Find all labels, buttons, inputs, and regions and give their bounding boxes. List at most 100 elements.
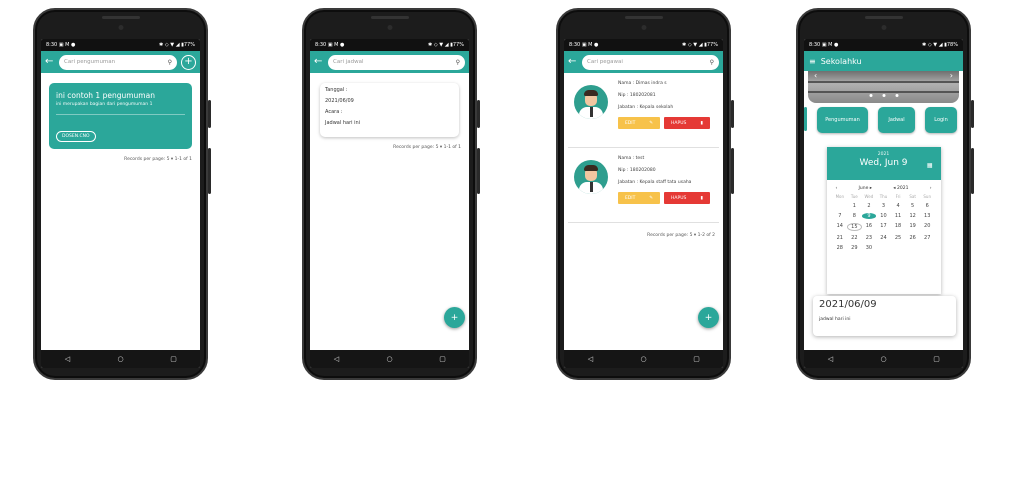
dropdown-icon[interactable]: ▾ bbox=[694, 233, 696, 238]
calendar-day[interactable]: 1 bbox=[847, 203, 862, 209]
calendar-day[interactable]: 14 bbox=[833, 223, 848, 231]
schedule-card[interactable]: Tanggal : 2021/06/09 Acara : Jadwal hari… bbox=[320, 83, 459, 137]
status-icons: ▣ M ● bbox=[327, 42, 345, 48]
next-month-icon[interactable]: › bbox=[930, 186, 932, 191]
search-input[interactable]: Cari pegawai ⚲ bbox=[582, 54, 719, 70]
status-right: ✱ ◇ ▼ ◢ ▮78% bbox=[922, 42, 958, 48]
schedule-date-card[interactable]: 2021/06/09 jadwal hari ini bbox=[813, 296, 956, 336]
nav-back-icon[interactable]: ◁ bbox=[581, 355, 601, 363]
search-input[interactable]: Cari jadwal ⚲ bbox=[328, 54, 465, 70]
year-select[interactable]: ◂ 2021 bbox=[893, 186, 908, 191]
calendar-empty-cell bbox=[876, 245, 891, 251]
search-icon[interactable]: ⚲ bbox=[456, 59, 460, 66]
month-select[interactable]: June ▸ bbox=[859, 186, 873, 191]
date-picker[interactable]: 2021 Wed, Jun 9 ▦ ‹ June ▸ ◂ 2021 › Mon T… bbox=[826, 147, 941, 294]
nav-home-icon[interactable]: ○ bbox=[634, 355, 654, 363]
status-bar: 8:30 ▣ M ● ✱ ◇ ▼ ◢ ▮77% bbox=[310, 39, 469, 51]
menu-icon[interactable]: ≡ bbox=[809, 57, 816, 66]
calendar-day[interactable]: 9 bbox=[861, 213, 877, 219]
tanggal-value: 2021/06/09 bbox=[325, 98, 354, 104]
calendar-day[interactable]: 20 bbox=[920, 223, 935, 231]
calendar-day[interactable]: 3 bbox=[876, 203, 891, 209]
image-carousel[interactable]: ‹ › bbox=[808, 71, 959, 103]
calendar-day[interactable]: 27 bbox=[920, 235, 935, 241]
calendar-day[interactable]: 18 bbox=[891, 223, 906, 231]
delete-button[interactable]: HAPUS ▮ bbox=[664, 192, 710, 204]
search-icon[interactable]: ⚲ bbox=[168, 59, 172, 66]
nav-back-icon[interactable]: ◁ bbox=[821, 355, 841, 363]
status-time: 8:30 bbox=[315, 42, 327, 48]
calendar-day[interactable]: 24 bbox=[876, 235, 891, 241]
calendar-day[interactable]: 21 bbox=[833, 235, 848, 241]
calendar-icon[interactable]: ▦ bbox=[927, 162, 933, 169]
calendar-day[interactable]: 16 bbox=[862, 223, 877, 231]
search-icon[interactable]: ⚲ bbox=[710, 59, 714, 66]
search-input[interactable]: Cari pengumuman ⚲ bbox=[59, 54, 177, 70]
tanggal-label: Tanggal : bbox=[325, 87, 348, 93]
calendar-day[interactable]: 29 bbox=[847, 245, 862, 251]
add-fab-button[interactable]: + bbox=[444, 307, 465, 328]
back-arrow-icon[interactable]: ← bbox=[45, 57, 55, 67]
status-icons: ▣ M ● bbox=[58, 42, 76, 48]
picker-year[interactable]: 2021 bbox=[833, 152, 935, 157]
carousel-prev-icon[interactable]: ‹ bbox=[814, 71, 817, 80]
dropdown-icon[interactable]: ▾ bbox=[440, 145, 442, 150]
nav-home-icon[interactable]: ○ bbox=[380, 355, 400, 363]
calendar-day[interactable]: 19 bbox=[905, 223, 920, 231]
status-right: ✱ ◇ ▼ ◢ ▮77% bbox=[159, 42, 195, 48]
back-arrow-icon[interactable]: ← bbox=[568, 57, 578, 67]
calendar-day[interactable]: 6 bbox=[920, 203, 935, 209]
announcement-button[interactable]: DOSEN.CNO bbox=[56, 131, 96, 142]
calendar-day[interactable]: 5 bbox=[905, 203, 920, 209]
calendar-empty-cell bbox=[891, 245, 906, 251]
status-right: ✱ ◇ ▼ ◢ ▮77% bbox=[428, 42, 464, 48]
calendar-day[interactable]: 26 bbox=[905, 235, 920, 241]
weekday-label: Wed bbox=[864, 194, 874, 199]
nav-recent-icon[interactable]: ▢ bbox=[164, 355, 184, 363]
nav-back-icon[interactable]: ◁ bbox=[327, 355, 347, 363]
calendar-day[interactable]: 12 bbox=[905, 213, 920, 219]
edit-button[interactable]: EDIT ✎ bbox=[618, 192, 660, 204]
nav-recent-icon[interactable]: ▢ bbox=[433, 355, 453, 363]
calendar-day[interactable]: 30 bbox=[862, 245, 877, 251]
login-button[interactable]: Login bbox=[925, 107, 957, 133]
phone-home: 8:30 ▣ M ● ✱ ◇ ▼ ◢ ▮78% ≡ Sekolahku ‹ › … bbox=[796, 8, 974, 380]
calendar-empty-cell bbox=[905, 245, 920, 251]
nav-recent-icon[interactable]: ▢ bbox=[687, 355, 707, 363]
calendar-day[interactable]: 8 bbox=[847, 213, 862, 219]
calendar-day[interactable]: 10 bbox=[876, 213, 891, 219]
pengumuman-button[interactable]: Pengumuman bbox=[817, 107, 868, 133]
records-per-page-select[interactable]: 5 bbox=[167, 157, 170, 162]
records-per-page-select[interactable]: 5 bbox=[690, 233, 693, 238]
calendar-day[interactable]: 17 bbox=[876, 223, 891, 231]
delete-button[interactable]: HAPUS ▮ bbox=[664, 117, 710, 129]
nav-home-icon[interactable]: ○ bbox=[874, 355, 894, 363]
calendar-day[interactable]: 4 bbox=[891, 203, 906, 209]
records-per-page-select[interactable]: 5 bbox=[436, 145, 439, 150]
phone-pegawai: 8:30 ▣ M ● ✱ ◇ ▼ ◢ ▮77% ← Cari pegawai ⚲… bbox=[556, 8, 734, 380]
add-fab-button[interactable]: + bbox=[698, 307, 719, 328]
nav-recent-icon[interactable]: ▢ bbox=[927, 355, 947, 363]
nav-home-icon[interactable]: ○ bbox=[111, 355, 131, 363]
dropdown-icon[interactable]: ▾ bbox=[171, 157, 173, 162]
edit-button[interactable]: EDIT ✎ bbox=[618, 117, 660, 129]
nav-back-icon[interactable]: ◁ bbox=[58, 355, 78, 363]
add-icon[interactable]: + bbox=[181, 54, 196, 70]
calendar-day[interactable]: 2 bbox=[862, 203, 877, 209]
calendar-day[interactable]: 25 bbox=[891, 235, 906, 241]
back-arrow-icon[interactable]: ← bbox=[314, 57, 324, 67]
calendar-day[interactable]: 11 bbox=[891, 213, 906, 219]
jadwal-button[interactable]: Jadwal bbox=[878, 107, 915, 133]
calendar-day[interactable]: 22 bbox=[847, 235, 862, 241]
calendar-day[interactable]: 13 bbox=[920, 213, 935, 219]
prev-month-icon[interactable]: ‹ bbox=[836, 186, 838, 191]
records-range: 1-1 of 1 bbox=[443, 145, 461, 150]
system-nav-bar: ◁ ○ ▢ bbox=[564, 350, 723, 368]
system-nav-bar: ◁ ○ ▢ bbox=[310, 350, 469, 368]
announcement-card[interactable]: ini contoh 1 pengumuman ini merupakan ba… bbox=[49, 83, 192, 149]
calendar-day[interactable]: 7 bbox=[833, 213, 848, 219]
calendar-day[interactable]: 28 bbox=[833, 245, 848, 251]
calendar-day[interactable]: 23 bbox=[862, 235, 877, 241]
calendar-day[interactable]: 15 bbox=[847, 223, 862, 231]
carousel-next-icon[interactable]: › bbox=[950, 71, 953, 80]
